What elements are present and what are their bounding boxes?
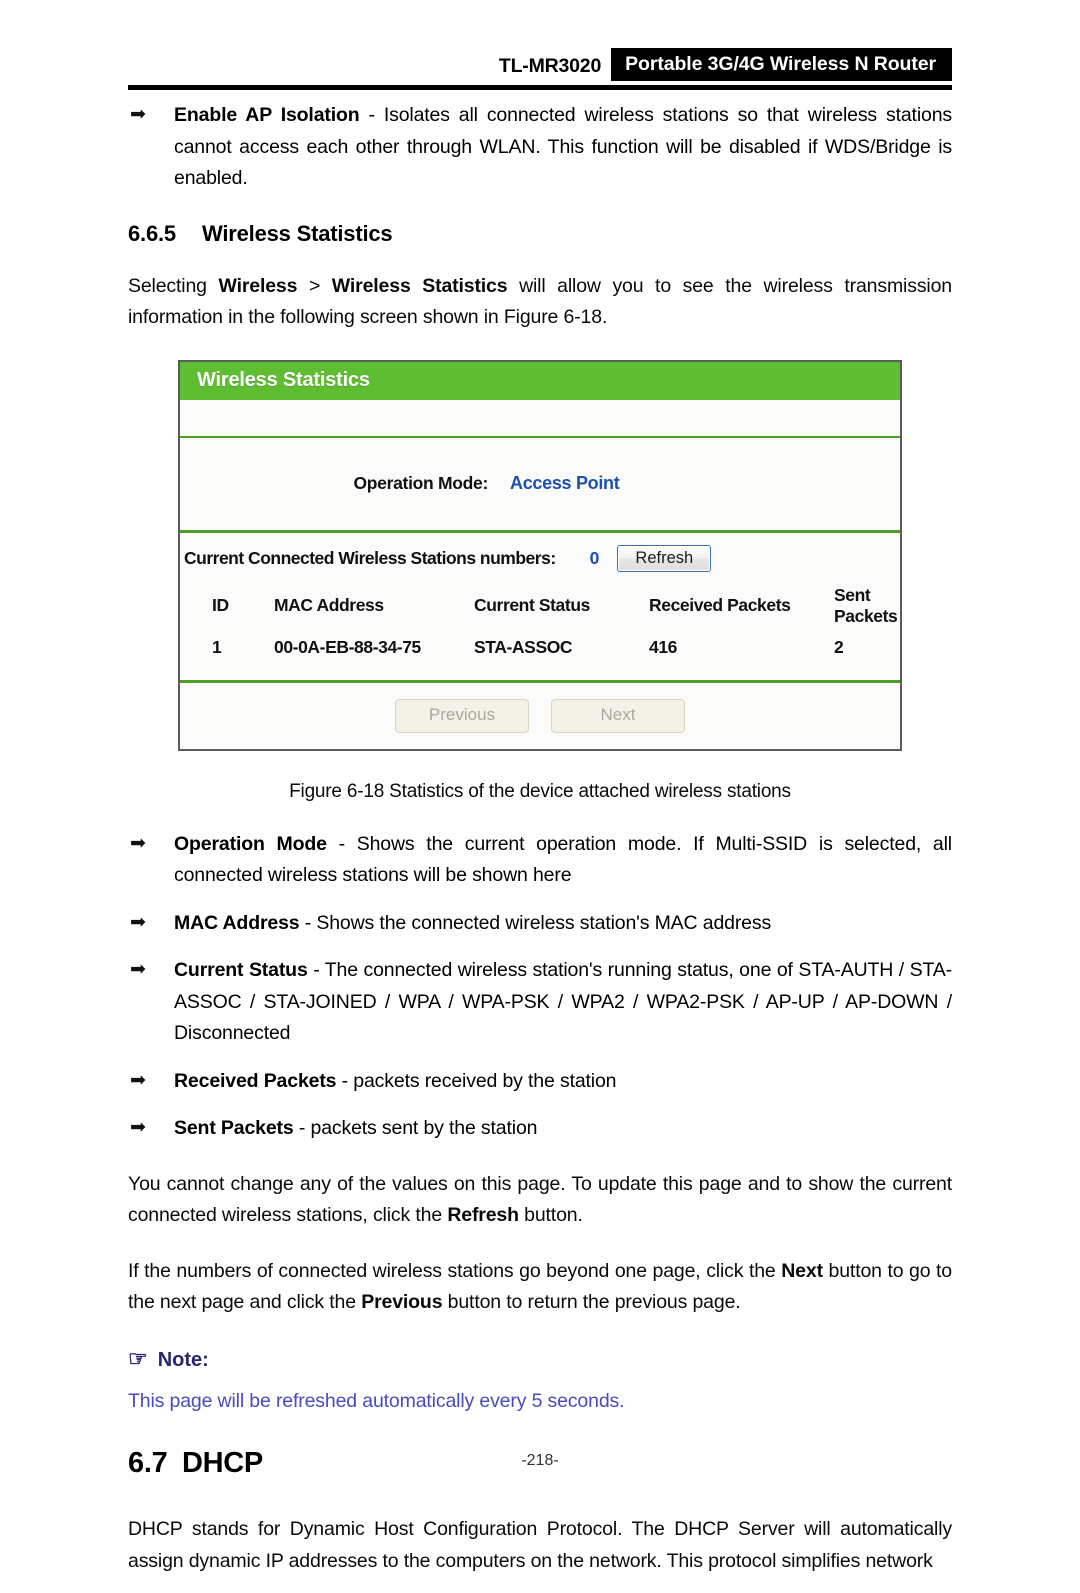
section-heading-6-6-5: 6.6.5 Wireless Statistics: [128, 221, 952, 247]
bullet-term: Current Status: [174, 959, 308, 981]
note-label: Note:: [157, 1348, 209, 1371]
bullet-arrow-icon: ➡: [130, 1069, 146, 1091]
bullet-dash: -: [307, 959, 325, 981]
header-divider-rule: [128, 85, 952, 90]
bullet-dash: -: [299, 911, 317, 934]
stations-table-block: Current Connected Wireless Stations numb…: [180, 532, 900, 683]
connected-stations-count: 0: [589, 548, 600, 568]
connected-stations-label: Current Connected Wireless Stations numb…: [184, 548, 556, 568]
cell-id: 1: [212, 637, 222, 657]
bullet-mac-address: ➡ MAC Address - Shows the connected wirel…: [128, 908, 952, 940]
cell-status: STA-ASSOC: [474, 637, 573, 657]
table-header-row: ID MAC Address Current Status Received P…: [180, 582, 900, 631]
bullet-dash: -: [359, 104, 384, 126]
bullet-text: packets received by the station: [353, 1069, 617, 1092]
paging-para-bold-previous: Previous: [361, 1291, 443, 1313]
bullet-dash: -: [326, 832, 357, 855]
intro-bold-wireless-statistics: Wireless Statistics: [331, 274, 508, 297]
cell-sent: 2: [834, 637, 844, 657]
refresh-para-bold: Refresh: [447, 1204, 519, 1226]
column-header-mac: MAC Address: [274, 595, 384, 615]
bullet-term: Received Packets: [174, 1069, 337, 1092]
connected-stations-count-row: Current Connected Wireless Stations numb…: [180, 542, 900, 576]
figure-caption: Figure 6-18 Statistics of the device att…: [289, 780, 791, 802]
page-number: -218-: [521, 1452, 559, 1469]
cell-received: 416: [649, 637, 677, 657]
pointing-hand-icon: ☞: [128, 1346, 148, 1371]
paging-para-bold-next: Next: [781, 1259, 823, 1282]
bullet-term: MAC Address: [174, 911, 300, 934]
bullet-dash: -: [336, 1069, 354, 1092]
bullet-term: Operation Mode: [174, 832, 327, 855]
next-button[interactable]: Next: [551, 698, 685, 733]
document-page: TL-MR3020 Portable 3G/4G Wireless N Rout…: [0, 0, 1080, 1572]
bullet-term: Enable AP Isolation: [174, 104, 360, 126]
refresh-button[interactable]: Refresh: [617, 545, 712, 572]
bullet-dash: -: [293, 1117, 311, 1139]
note-text: This page will be refreshed automaticall…: [128, 1389, 625, 1412]
bullet-received-packets: ➡ Received Packets - packets received by …: [128, 1066, 952, 1098]
cell-mac: 00-0A-EB-88-34-75: [274, 637, 421, 657]
page-content: ➡ Enable AP Isolation - Isolates all conn…: [128, 100, 952, 1593]
product-name-banner: Portable 3G/4G Wireless N Router: [611, 48, 952, 81]
bullet-text: packets sent by the station: [310, 1117, 538, 1139]
column-header-sent: Sent Packets: [834, 584, 898, 626]
router-panel-title: Wireless Statistics: [197, 369, 370, 391]
previous-button[interactable]: Previous: [395, 698, 529, 733]
intro-before: Selecting: [128, 274, 219, 297]
wireless-stations-table: ID MAC Address Current Status Received P…: [180, 582, 900, 666]
router-panel-spacer-row: [180, 399, 900, 438]
router-panel-titlebar: Wireless Statistics: [180, 361, 900, 400]
bullet-text: Shows the connected wireless station's M…: [316, 911, 772, 934]
column-header-received: Received Packets: [649, 595, 791, 615]
intro-bold-wireless: Wireless: [218, 274, 298, 297]
bullet-current-status: ➡ Current Status - The connected wireless…: [128, 955, 952, 1050]
operation-mode-row: Operation Mode: Access Point: [180, 437, 900, 533]
column-header-status: Current Status: [474, 595, 590, 615]
paragraph-section-intro: Selecting Wireless > Wireless Statistics…: [128, 271, 952, 334]
bullet-arrow-icon: ➡: [130, 832, 146, 854]
bullet-arrow-icon: ➡: [130, 911, 146, 933]
paragraph-paging: If the numbers of connected wireless sta…: [128, 1256, 952, 1319]
note-heading: ☞ Note:: [128, 1346, 952, 1372]
bullet-arrow-icon: ➡: [130, 959, 146, 980]
paragraph-dhcp: DHCP stands for Dynamic Host Configurati…: [128, 1518, 952, 1572]
bullet-term: Sent Packets: [174, 1117, 294, 1139]
pagination-row: Previous Next: [180, 682, 900, 749]
running-header: TL-MR3020 Portable 3G/4G Wireless N Rout…: [128, 48, 952, 92]
refresh-para-part2: button.: [518, 1204, 583, 1226]
section-title: Wireless Statistics: [202, 220, 393, 246]
paging-para-part3: button to return the previous page.: [442, 1291, 741, 1313]
bullet-sent-packets: ➡ Sent Packets - packets sent by the stat…: [128, 1113, 952, 1145]
bullet-enable-ap-isolation: ➡ Enable AP Isolation - Isolates all conn…: [128, 100, 952, 195]
bullet-arrow-icon: ➡: [130, 1117, 146, 1138]
section-number: 6.6.5: [128, 220, 176, 246]
operation-mode-value: Access Point: [510, 473, 620, 493]
paragraph-refresh: You cannot change any of the values on t…: [128, 1169, 952, 1232]
paging-para-part1: If the numbers of connected wireless sta…: [128, 1259, 782, 1282]
model-name: TL-MR3020: [498, 55, 602, 77]
operation-mode-label: Operation Mode:: [353, 473, 488, 493]
intro-separator: >: [297, 274, 332, 297]
column-header-id: ID: [212, 595, 229, 615]
bullet-operation-mode: ➡ Operation Mode - Shows the current oper…: [128, 829, 952, 892]
router-web-ui-panel: Wireless Statistics Operation Mode: Acce…: [178, 359, 902, 751]
bullet-arrow-icon: ➡: [130, 104, 146, 125]
figure-6-18: Wireless Statistics Operation Mode: Acce…: [128, 359, 952, 803]
table-row: 1 00-0A-EB-88-34-75 STA-ASSOC 416 2: [180, 631, 900, 666]
